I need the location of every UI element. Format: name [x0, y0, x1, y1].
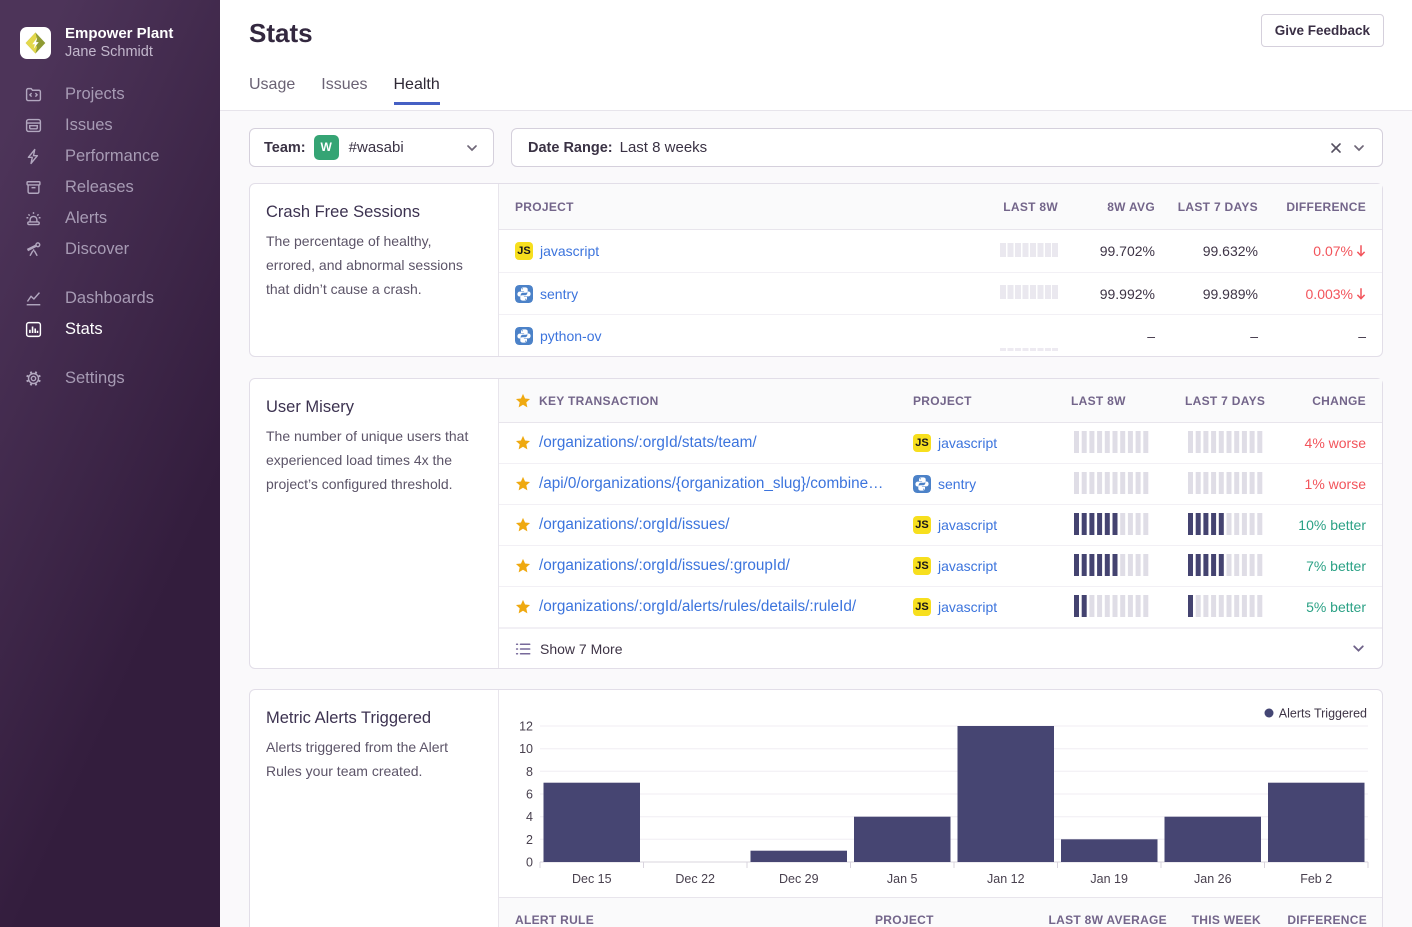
svg-text:10: 10 [519, 742, 533, 756]
svg-text:Jan 26: Jan 26 [1194, 872, 1232, 886]
svg-text:Jan 5: Jan 5 [887, 872, 918, 886]
svg-text:2: 2 [526, 833, 533, 847]
svg-text:Jan 12: Jan 12 [987, 872, 1025, 886]
svg-text:Dec 15: Dec 15 [572, 872, 612, 886]
svg-text:Dec 29: Dec 29 [779, 872, 819, 886]
svg-text:0: 0 [526, 856, 533, 870]
svg-text:6: 6 [526, 788, 533, 802]
svg-text:4: 4 [526, 810, 533, 824]
svg-text:12: 12 [519, 720, 533, 734]
svg-text:Feb 2: Feb 2 [1300, 872, 1332, 886]
svg-text:8: 8 [526, 765, 533, 779]
svg-text:Alerts Triggered: Alerts Triggered [1279, 707, 1367, 721]
svg-text:Jan 19: Jan 19 [1090, 872, 1128, 886]
svg-text:Dec 22: Dec 22 [675, 872, 715, 886]
